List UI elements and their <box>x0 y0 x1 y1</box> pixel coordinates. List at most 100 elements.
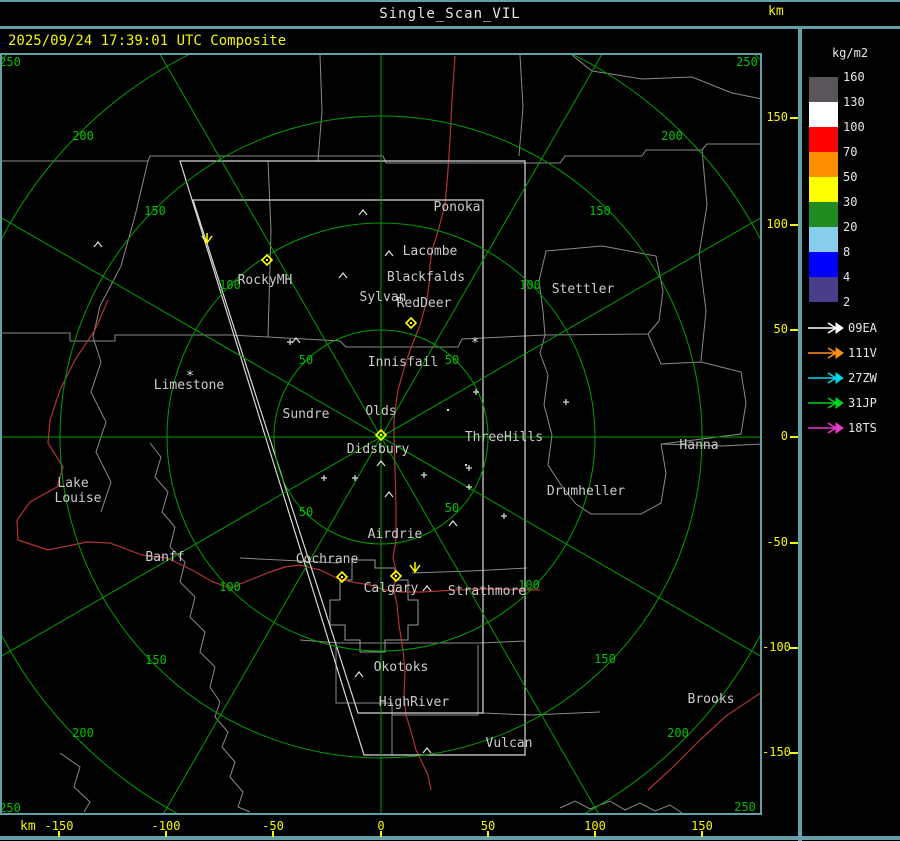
town-plus-marker <box>501 513 507 519</box>
panel-divider <box>798 27 802 841</box>
ring-distance-label: 150 <box>594 652 616 666</box>
town-caret-marker <box>338 272 348 279</box>
right-axis-tick <box>790 329 798 331</box>
right-axis-tick-label: 100 <box>766 217 788 231</box>
timestamp-label: 2025/09/24 17:39:01 UTC Composite <box>8 33 287 49</box>
city-label: Banff <box>145 550 184 565</box>
title-bar: Single_Scan_VIL <box>0 2 900 26</box>
town-plus-marker <box>352 475 358 481</box>
city-label: Drumheller <box>547 484 625 499</box>
ring-distance-label: 50 <box>299 505 313 519</box>
ring-distance-label: 250 <box>736 55 758 69</box>
scale-swatch <box>809 177 838 202</box>
city-label: Strathmore <box>448 584 526 599</box>
city-label: Airdrie <box>368 527 423 542</box>
radar-map[interactable]: 50 5050 50100 100100 100150 150150 150200 20020… <box>0 53 762 815</box>
scale-value-label: 50 <box>843 170 858 184</box>
scale-value-label: 30 <box>843 195 858 209</box>
city-label: RedDeer <box>397 296 452 311</box>
town-caret-marker <box>384 491 394 498</box>
town-star-marker: * <box>186 369 194 384</box>
town-caret-marker <box>384 250 394 257</box>
right-axis-tick <box>790 752 798 754</box>
bottom-axis-tick <box>380 831 382 837</box>
town-plus-marker <box>321 475 327 481</box>
town-caret-marker <box>358 209 368 216</box>
bottom-axis-tick <box>701 831 703 837</box>
scale-value-label: 130 <box>843 95 865 109</box>
right-axis-tick <box>790 117 798 119</box>
radar-legend-row: 111V <box>806 345 877 361</box>
city-label: Brooks <box>688 692 735 707</box>
city-label: HighRiver <box>379 695 450 710</box>
radar-site-center <box>266 259 268 261</box>
right-axis-tick <box>790 647 798 649</box>
radar-site-center <box>410 322 412 324</box>
scale-value-label: 20 <box>843 220 858 234</box>
right-axis-tick-label: 50 <box>773 322 788 336</box>
scale-value-label: 8 <box>843 245 851 259</box>
ring-distance-label: 100 <box>519 278 541 292</box>
right-axis-tick <box>790 542 798 544</box>
city-label: Okotoks <box>374 660 429 675</box>
radar-id-label: 27ZW <box>848 371 877 385</box>
ring-distance-label: 50 <box>445 353 459 367</box>
bottom-axis-tick <box>165 831 167 837</box>
radar-site-center <box>341 576 343 578</box>
legend-unit-label: kg/m2 <box>831 46 869 60</box>
right-axis-unit: km <box>768 4 784 19</box>
radar-direction-arrow-icon <box>808 347 844 359</box>
city-label: Lacombe <box>403 244 458 259</box>
right-axis-tick-label: -100 <box>762 640 791 654</box>
bottom-axis-tick <box>58 831 60 837</box>
city-label: Cochrane <box>296 552 359 567</box>
town-dot-marker <box>465 464 467 466</box>
window-title: Single_Scan_VIL <box>379 6 521 22</box>
scale-swatch <box>809 227 838 252</box>
scale-swatch <box>809 102 838 127</box>
ring-distance-label: 150 <box>144 204 166 218</box>
ring-distance-label: 200 <box>661 129 683 143</box>
radar-id-label: 111V <box>848 346 877 360</box>
town-plus-marker <box>421 472 427 478</box>
ring-distance-label: 250 <box>0 55 21 69</box>
town-dot-marker <box>447 409 449 411</box>
city-label: Louise <box>55 491 102 506</box>
radar-id-label: 09EA <box>848 321 877 335</box>
scale-swatch <box>809 202 838 227</box>
scale-value-label: 70 <box>843 145 858 159</box>
right-axis-tick-label: 0 <box>780 429 788 443</box>
ring-distance-label: 200 <box>667 726 689 740</box>
city-label: ThreeHills <box>465 430 543 445</box>
town-plus-marker <box>473 389 479 395</box>
city-label: Vulcan <box>486 736 533 751</box>
town-star-marker: * <box>471 336 479 351</box>
ring-distance-label: 200 <box>72 726 94 740</box>
scale-value-label: 160 <box>843 70 865 84</box>
scale-swatch <box>809 127 838 152</box>
city-label: Blackfalds <box>387 270 465 285</box>
radar-direction-arrow-icon <box>808 397 844 409</box>
ring-distance-label: 250 <box>0 801 21 815</box>
bottom-axis-tick <box>487 831 489 837</box>
city-label: Sundre <box>283 407 330 422</box>
scale-value-label: 4 <box>843 270 851 284</box>
ring-distance-label: 50 <box>445 501 459 515</box>
cell-motion-arrow <box>409 562 421 574</box>
bottom-axis-tick <box>594 831 596 837</box>
town-caret-marker <box>422 747 432 754</box>
radar-site-center <box>380 434 382 436</box>
right-axis-tick-label: 150 <box>766 110 788 124</box>
bottom-rule <box>0 836 900 840</box>
city-label: Stettler <box>552 282 615 297</box>
town-plus-marker <box>563 399 569 405</box>
right-axis-tick-label: -150 <box>762 745 791 759</box>
right-axis-tick <box>790 436 798 438</box>
radar-legend-row: 18TS <box>806 420 877 436</box>
info-bar: 2025/09/24 17:39:01 UTC Composite <box>0 29 900 52</box>
town-caret-marker <box>448 520 458 527</box>
city-label: Calgary <box>364 581 419 596</box>
town-caret-marker <box>354 671 364 678</box>
city-label: Hanna <box>679 438 718 453</box>
town-plus-marker <box>287 339 293 345</box>
